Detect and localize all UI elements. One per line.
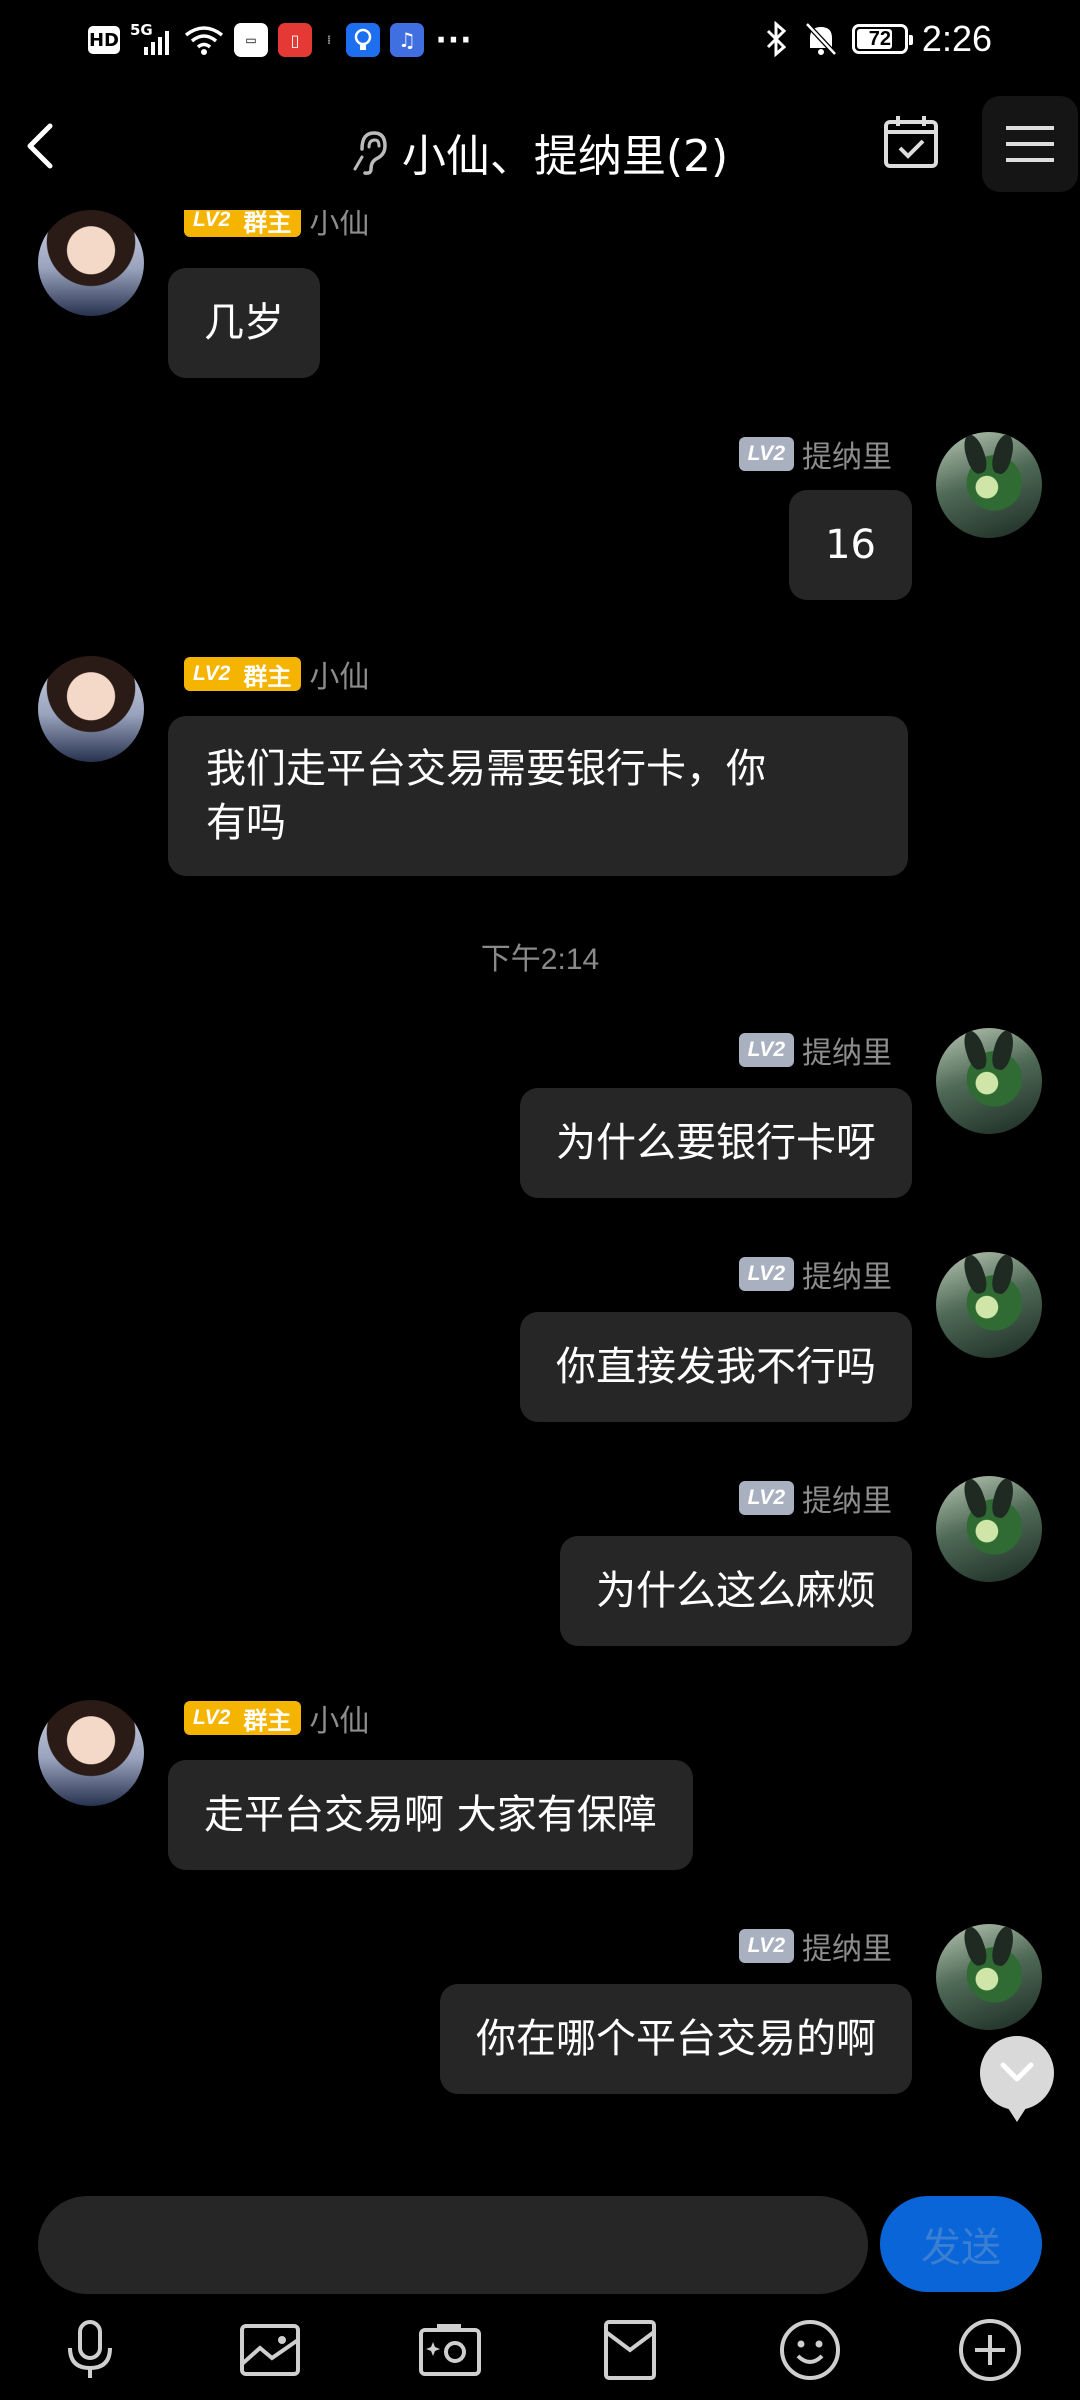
owner-badge: 群主 <box>237 1701 302 1735</box>
level-badge: LV2 <box>184 657 240 691</box>
camera-icon <box>419 2324 481 2376</box>
status-right-icons: 72 2:26 <box>764 14 992 64</box>
more-actions-button[interactable] <box>952 2312 1028 2388</box>
avatar[interactable] <box>38 210 144 316</box>
message-line: 我们走平台交易需要银行卡，你 <box>206 746 766 792</box>
sender-name: 提纳里 <box>802 1260 892 1295</box>
message-bubble[interactable]: 为什么要银行卡呀 <box>520 1088 912 1198</box>
sender-row: LV2 提纳里 <box>738 1480 892 1519</box>
message-bubble[interactable]: 走平台交易啊 大家有保障 <box>168 1760 693 1870</box>
wifi-icon <box>184 26 224 55</box>
battery-icon: 72 <box>851 24 913 54</box>
hd-badge: HD <box>88 26 120 54</box>
sender-row: LV2 提纳里 <box>738 1256 892 1295</box>
microphone-icon <box>68 2320 112 2378</box>
message-item: LV2 提纳里 为什么要银行卡呀 <box>0 1028 1080 1208</box>
message-line: 有吗 <box>206 800 286 846</box>
message-input[interactable] <box>38 2196 868 2294</box>
message-timestamp: 下午2:14 <box>480 943 600 976</box>
chat-title[interactable]: 小仙、提纳里(2) <box>402 120 728 184</box>
cellular-signal-icon: 5G <box>130 21 174 57</box>
voice-button[interactable] <box>52 2312 128 2388</box>
level-badge: LV2 <box>738 1033 794 1067</box>
sender-row: LV2 提纳里 <box>738 436 892 475</box>
level-badge: LV2 <box>738 437 794 471</box>
bluetooth-icon <box>766 21 787 57</box>
menu-icon <box>1006 126 1054 162</box>
chat-header: 小仙、提纳里(2) <box>0 80 1080 210</box>
status-left-icons: HD 5G ▭ ▯ ⁞ ♫ ··· <box>88 18 474 62</box>
message-item: LV2 提纳里 你直接发我不行吗 <box>0 1252 1080 1432</box>
red-packet-icon <box>604 2320 656 2380</box>
sender-row: LV2 群主 小仙 <box>184 210 369 241</box>
chevron-down-icon <box>1000 2062 1034 2082</box>
status-bar: HD 5G ▭ ▯ ⁞ ♫ ··· 72 2:26 <box>0 0 1080 80</box>
level-badge: LV2 <box>184 210 240 237</box>
level-badge: LV2 <box>738 1257 794 1291</box>
message-bubble[interactable]: 你直接发我不行吗 <box>520 1312 912 1422</box>
message-bubble[interactable]: 16 <box>789 490 912 600</box>
message-item: LV2 提纳里 你在哪个平台交易的啊 <box>0 1924 1080 2104</box>
message-item: LV2 提纳里 为什么这么麻烦 <box>0 1476 1080 1656</box>
sender-name: 小仙 <box>309 1704 370 1739</box>
emoji-icon <box>780 2320 840 2380</box>
level-badge: LV2 <box>738 1481 794 1515</box>
sender-row: LV2 提纳里 <box>738 1928 892 1967</box>
music-app-icon: ♫ <box>390 23 424 57</box>
scroll-to-bottom-button[interactable] <box>980 2036 1054 2122</box>
message-item: LV2 群主 小仙 我们走平台交易需要银行卡，你 有吗 <box>0 656 1080 876</box>
emoji-button[interactable] <box>772 2312 848 2388</box>
book-app-icon: ▯ <box>278 23 312 57</box>
battery-level: 72 <box>868 27 892 50</box>
avatar[interactable] <box>936 1924 1042 2030</box>
menu-button[interactable] <box>982 96 1078 192</box>
mute-bell-icon <box>805 22 837 56</box>
level-badge: LV2 <box>184 1701 240 1735</box>
small-notification-icon: ⁞ <box>326 33 332 47</box>
camera-button[interactable] <box>412 2312 488 2388</box>
more-notifications-icon: ··· <box>435 22 473 58</box>
owner-badge: 群主 <box>237 210 302 237</box>
sender-row: LV2 群主 小仙 <box>184 656 369 695</box>
red-packet-button[interactable] <box>592 2312 668 2388</box>
message-bubble[interactable]: 我们走平台交易需要银行卡，你 有吗 <box>168 716 908 876</box>
send-button[interactable]: 发送 <box>880 2196 1042 2292</box>
sender-name: 提纳里 <box>802 1484 892 1519</box>
sender-name: 小仙 <box>309 210 370 241</box>
sender-name: 小仙 <box>309 660 370 695</box>
image-icon <box>240 2324 300 2376</box>
message-list[interactable]: LV2 群主 小仙 几岁 LV2 提纳里 16 LV2 群主 小仙 我们走平台交… <box>0 210 1080 2170</box>
sender-name: 提纳里 <box>802 1036 892 1071</box>
ear-icon <box>353 131 387 175</box>
avatar[interactable] <box>936 1252 1042 1358</box>
message-item: LV2 提纳里 16 <box>0 432 1080 612</box>
avatar[interactable] <box>936 1028 1042 1134</box>
clock: 2:26 <box>921 18 992 59</box>
avatar[interactable] <box>936 1476 1042 1582</box>
lightbulb-app-icon <box>346 23 380 57</box>
image-button[interactable] <box>232 2312 308 2388</box>
message-item: LV2 群主 小仙 走平台交易啊 大家有保障 <box>0 1700 1080 1880</box>
sender-name: 提纳里 <box>802 1932 892 1967</box>
message-bubble[interactable]: 几岁 <box>168 268 320 378</box>
calendar-check-icon[interactable] <box>880 112 942 174</box>
owner-badge: 群主 <box>237 657 302 691</box>
input-toolbar <box>0 2300 1080 2400</box>
avatar[interactable] <box>38 1700 144 1806</box>
level-badge: LV2 <box>738 1929 794 1963</box>
message-item: LV2 群主 小仙 几岁 <box>0 210 1080 380</box>
huawei-app-icon: ▭ <box>234 23 268 57</box>
message-bubble[interactable]: 你在哪个平台交易的啊 <box>440 1984 912 2094</box>
message-bubble[interactable]: 为什么这么麻烦 <box>560 1536 912 1646</box>
avatar[interactable] <box>936 432 1042 538</box>
plus-icon <box>959 2319 1021 2381</box>
avatar[interactable] <box>38 656 144 762</box>
sender-name: 提纳里 <box>802 440 892 475</box>
sender-row: LV2 群主 小仙 <box>184 1700 369 1739</box>
sender-row: LV2 提纳里 <box>738 1032 892 1071</box>
